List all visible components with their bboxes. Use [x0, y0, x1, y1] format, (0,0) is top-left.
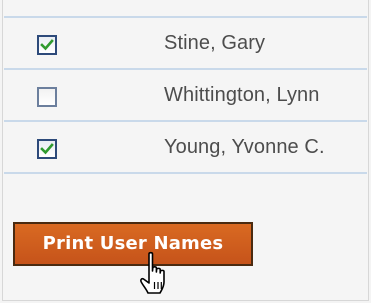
user-row-stine: Stine, Gary	[4, 16, 367, 70]
user-checkbox-whittington[interactable]	[37, 87, 57, 107]
user-name: Whittington, Lynn	[164, 84, 320, 106]
user-checkbox-young[interactable]	[37, 139, 57, 159]
checkmark-icon	[40, 39, 54, 51]
hand-pointer-icon	[140, 251, 165, 294]
user-name: Stine, Gary	[164, 32, 266, 54]
checkmark-icon	[40, 143, 54, 155]
user-checkbox-stine[interactable]	[37, 35, 57, 55]
user-row-young: Young, Yvonne C.	[4, 122, 367, 174]
user-row-whittington: Whittington, Lynn	[4, 70, 367, 122]
user-name: Young, Yvonne C.	[164, 136, 325, 158]
user-list: Stine, Gary Whittington, Lynn Young, Yvo…	[4, 0, 367, 174]
print-user-names-button[interactable]: Print User Names	[13, 222, 253, 266]
